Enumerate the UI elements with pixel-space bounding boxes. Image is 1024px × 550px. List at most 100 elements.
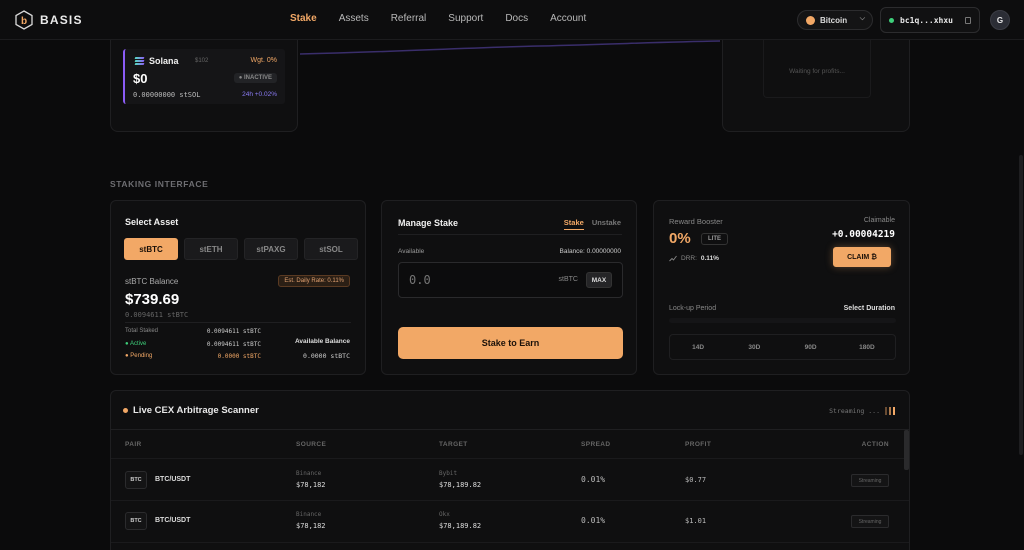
pair-badge: BTC xyxy=(125,512,147,530)
stat-active: ● Active 0.0094611 stBTC xyxy=(125,341,261,348)
live-indicator-icon xyxy=(123,408,128,413)
asset-price: $102 xyxy=(195,58,209,64)
duration-14d[interactable]: 14D xyxy=(670,335,726,359)
tab-stake[interactable]: Stake xyxy=(563,218,584,230)
top-nav: b BASIS Stake Assets Referral Support Do… xyxy=(0,0,1024,40)
duration-30d[interactable]: 30D xyxy=(726,335,782,359)
signal-bars-icon xyxy=(885,407,895,415)
claimable-label: Claimable xyxy=(863,217,895,224)
pair-name: BTC/USDT xyxy=(155,517,191,524)
source-price: $78,182 xyxy=(296,481,326,489)
divider xyxy=(398,234,622,235)
amount-field[interactable]: stBTC MAX xyxy=(398,262,623,298)
balance-usd: $739.69 xyxy=(125,291,180,308)
asset-name: Solana xyxy=(149,56,179,66)
brand-logo[interactable]: b BASIS xyxy=(14,10,83,30)
balance-token: 0.0094611 stBTC xyxy=(125,311,189,319)
profits-panel: Waiting for profits... xyxy=(722,40,910,132)
col-header-source: SOURCE xyxy=(296,441,327,448)
nav-link-referral[interactable]: Referral xyxy=(391,13,427,24)
tab-unstake[interactable]: Unstake xyxy=(592,218,621,230)
reward-booster-label: Reward Booster xyxy=(669,217,723,226)
tab-stpaxg[interactable]: stPAXG xyxy=(244,238,298,260)
lockup-label: Lock-up Period xyxy=(669,305,717,312)
nav-link-docs[interactable]: Docs xyxy=(505,13,528,24)
svg-text:b: b xyxy=(21,16,27,27)
stat-value: 0.0000 stBTC xyxy=(217,353,261,360)
duration-90d[interactable]: 90D xyxy=(783,335,839,359)
profit-value: $1.01 xyxy=(685,517,707,525)
asset-value: $0 xyxy=(133,71,148,86)
col-header-action: ACTION xyxy=(861,441,889,448)
stake-button[interactable]: Stake to Earn xyxy=(398,327,623,359)
source-price: $78,182 xyxy=(296,522,326,530)
chain-selector[interactable]: Bitcoin ⌵ xyxy=(797,10,873,30)
max-button[interactable]: MAX xyxy=(586,272,612,288)
claim-button[interactable]: CLAIM ₿ xyxy=(833,247,891,267)
avatar[interactable]: G xyxy=(990,10,1010,30)
nav-link-assets[interactable]: Assets xyxy=(339,13,369,24)
pair-badge: BTC xyxy=(125,471,147,489)
available-label: Available xyxy=(398,248,425,255)
duration-options: 14D 30D 90D 180D xyxy=(669,334,896,360)
amount-input[interactable] xyxy=(409,273,529,287)
stream-status-text: Streaming ... xyxy=(829,407,880,415)
portfolio-panel: Solana $102 Wgt. 0% $0 ● INACTIVE 0.0000… xyxy=(110,40,298,132)
streaming-button[interactable]: Streaming xyxy=(851,474,889,487)
booster-percent: 0% xyxy=(669,230,691,247)
brand-name: BASIS xyxy=(40,13,83,27)
duration-180d[interactable]: 180D xyxy=(839,335,895,359)
target-price: $78,189.82 xyxy=(439,481,482,489)
spread-value: 0.01% xyxy=(581,475,606,484)
status-badge: ● INACTIVE xyxy=(233,73,277,83)
wallet-address: bc1q...xhxu xyxy=(900,15,953,25)
col-header-target: TARGET xyxy=(439,441,468,448)
asset-tabs: stBTC stETH stPAXG stSOL xyxy=(124,238,358,260)
stat-value: 0.0094611 stBTC xyxy=(206,328,261,335)
stake-mode-tabs: Stake Unstake xyxy=(563,218,621,230)
streaming-button[interactable]: Streaming xyxy=(851,515,889,528)
manage-stake-title: Manage Stake xyxy=(398,218,459,228)
stat-key: Total Staked xyxy=(125,328,159,334)
scanner-title: Live CEX Arbitrage Scanner xyxy=(133,405,259,416)
tab-stbtc[interactable]: stBTC xyxy=(124,238,178,260)
table-scrollbar[interactable] xyxy=(904,430,909,470)
tab-stsol[interactable]: stSOL xyxy=(304,238,358,260)
divider xyxy=(111,429,909,430)
drr-value: 0.11% xyxy=(700,255,719,262)
profit-value: $0.77 xyxy=(685,476,707,484)
amount-unit: stBTC xyxy=(558,276,578,283)
page-scrollbar[interactable] xyxy=(1019,155,1023,455)
source-exchange: Binance xyxy=(296,470,322,477)
pair-name: BTC/USDT xyxy=(155,476,191,483)
divider xyxy=(125,322,351,323)
reward-booster-panel: Reward Booster Claimable 0% LITE +0.0000… xyxy=(653,200,910,375)
claimable-amount: +0.00004219 xyxy=(832,229,895,240)
daily-rate-badge: Est. Daily Rate: 0.11% xyxy=(278,275,350,287)
stream-status: Streaming ... xyxy=(829,407,895,415)
tab-steth[interactable]: stETH xyxy=(184,238,238,260)
asset-card-solana[interactable]: Solana $102 Wgt. 0% $0 ● INACTIVE 0.0000… xyxy=(123,49,285,104)
tier-badge: LITE xyxy=(701,233,728,245)
stat-value: 0.0094611 stBTC xyxy=(206,341,261,348)
nav-link-stake[interactable]: Stake xyxy=(290,13,317,24)
available-balance-value: 0.0000 stBTC xyxy=(303,352,350,360)
basis-logo-icon: b xyxy=(15,10,33,30)
col-header-profit: PROFIT xyxy=(685,441,712,448)
select-asset-title: Select Asset xyxy=(125,217,179,227)
col-header-pair: PAIR xyxy=(125,441,142,448)
balance-label: stBTC Balance xyxy=(125,277,179,286)
available-balance-label: Available Balance xyxy=(294,338,350,345)
nav-link-account[interactable]: Account xyxy=(550,13,586,24)
select-duration-label: Select Duration xyxy=(843,305,895,312)
wallet-button[interactable]: bc1q...xhxu xyxy=(880,7,980,33)
profits-placeholder: Waiting for profits... xyxy=(763,40,871,98)
lockup-progress-bar xyxy=(669,318,896,323)
select-asset-panel: Select Asset stBTC stETH stPAXG stSOL st… xyxy=(110,200,366,375)
asset-weight: Wgt. 0% xyxy=(250,57,277,64)
copy-icon[interactable] xyxy=(965,17,971,24)
waiting-text: Waiting for profits... xyxy=(789,68,845,75)
manage-stake-panel: Manage Stake Stake Unstake Available Bal… xyxy=(381,200,637,375)
source-exchange: Binance xyxy=(296,511,322,518)
nav-link-support[interactable]: Support xyxy=(448,13,483,24)
